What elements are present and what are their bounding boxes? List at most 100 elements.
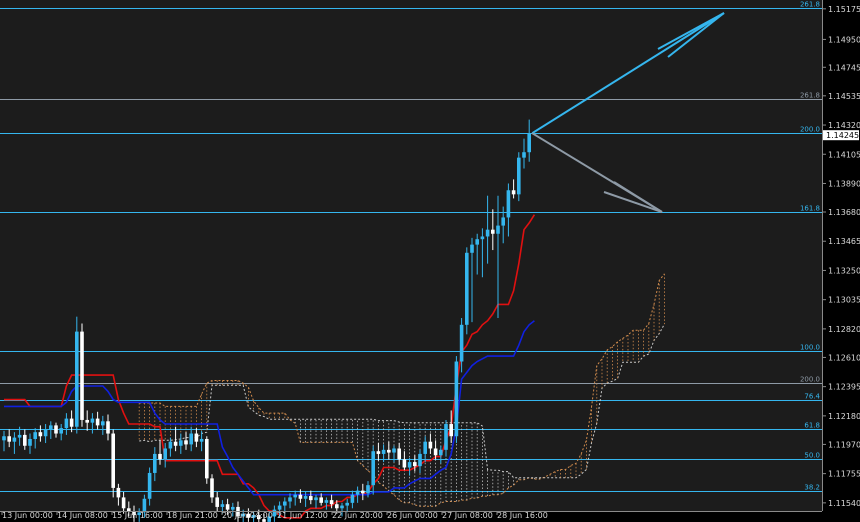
candle-body[interactable] xyxy=(428,441,433,449)
candle-body[interactable] xyxy=(80,331,84,420)
candle-body[interactable] xyxy=(485,229,490,237)
candle-body[interactable] xyxy=(184,440,188,445)
candle-body[interactable] xyxy=(116,487,121,498)
candle-body[interactable] xyxy=(381,449,386,454)
candle-body[interactable] xyxy=(433,448,438,456)
candle-body[interactable] xyxy=(319,497,323,503)
candle-body[interactable] xyxy=(376,451,381,454)
candle-body[interactable] xyxy=(501,217,505,226)
candle-body[interactable] xyxy=(64,418,69,429)
candle-body[interactable] xyxy=(475,239,479,245)
price-chart[interactable]: 261.8 261.8 200.0 161.8 100.0 200.0 76.4 61.8 50… xyxy=(0,0,860,522)
candle-body[interactable] xyxy=(309,496,313,501)
candle-body[interactable] xyxy=(465,252,469,325)
candle-body[interactable] xyxy=(199,438,204,442)
candle-body[interactable] xyxy=(329,500,334,505)
candle-body[interactable] xyxy=(361,490,365,494)
candle-body[interactable] xyxy=(272,509,277,517)
candle-body[interactable] xyxy=(23,434,27,446)
candle-body[interactable] xyxy=(38,432,43,437)
candle-body[interactable] xyxy=(444,424,448,450)
price-tick-label: 1.13250 xyxy=(828,266,860,275)
candle-body[interactable] xyxy=(179,440,183,446)
candle-body[interactable] xyxy=(470,244,474,253)
price-tick-label: 1.15175 xyxy=(828,5,860,14)
candle-body[interactable] xyxy=(449,424,453,437)
candle-body[interactable] xyxy=(12,437,17,442)
candle-body[interactable] xyxy=(28,438,32,446)
candle-body[interactable] xyxy=(225,504,230,510)
price-tick-label: 1.13890 xyxy=(828,179,860,188)
candle-body[interactable] xyxy=(392,448,396,453)
candle-body[interactable] xyxy=(43,429,48,437)
candle-body[interactable] xyxy=(366,485,370,494)
candle-body[interactable] xyxy=(147,472,152,499)
candle-body[interactable] xyxy=(324,500,329,503)
candle-body[interactable] xyxy=(288,497,292,502)
candle-body[interactable] xyxy=(423,441,427,454)
candle-body[interactable] xyxy=(7,436,11,442)
candle-body[interactable] xyxy=(511,190,516,195)
candle-body[interactable] xyxy=(277,505,282,510)
candle-body[interactable] xyxy=(194,433,199,442)
candle-body[interactable] xyxy=(220,504,225,507)
candle-body[interactable] xyxy=(69,418,74,427)
candle-body[interactable] xyxy=(121,497,126,509)
candle-body[interactable] xyxy=(355,490,360,495)
candle-body[interactable] xyxy=(387,449,391,453)
candle-body[interactable] xyxy=(340,505,344,509)
candle-body[interactable] xyxy=(101,421,105,426)
candle-body[interactable] xyxy=(345,502,349,506)
candle-body[interactable] xyxy=(303,496,308,499)
candle-body[interactable] xyxy=(517,157,521,195)
candle-body[interactable] xyxy=(439,449,443,456)
candle-body[interactable] xyxy=(298,494,303,499)
candle-body[interactable] xyxy=(506,190,511,218)
candle-body[interactable] xyxy=(402,459,407,468)
candle-body[interactable] xyxy=(454,361,459,437)
candle-body[interactable] xyxy=(418,453,422,467)
candle-body[interactable] xyxy=(111,433,115,488)
candle-body[interactable] xyxy=(314,497,318,501)
candle-body[interactable] xyxy=(480,236,485,240)
candle-body[interactable] xyxy=(54,425,58,434)
candle-body[interactable] xyxy=(371,451,375,486)
time-tick-label: 26 Jun 00:00 xyxy=(387,511,438,520)
candle-body[interactable] xyxy=(522,152,526,158)
plot-area[interactable] xyxy=(0,0,822,511)
candle-body[interactable] xyxy=(407,462,412,468)
candle-body[interactable] xyxy=(527,133,531,153)
candle-body[interactable] xyxy=(168,441,173,449)
candle-body[interactable] xyxy=(49,425,53,430)
candle-body[interactable] xyxy=(33,432,37,439)
candle-body[interactable] xyxy=(397,448,401,460)
candle-body[interactable] xyxy=(231,506,235,510)
price-tick-label: 1.11970 xyxy=(828,440,860,449)
candle-body[interactable] xyxy=(158,453,162,460)
candle-body[interactable] xyxy=(95,418,100,426)
price-tick-label: 1.14745 xyxy=(828,63,860,72)
candle-body[interactable] xyxy=(163,448,167,460)
candle-body[interactable] xyxy=(215,497,219,507)
time-tick-label: 22 Jun 20:00 xyxy=(332,511,383,520)
candle-body[interactable] xyxy=(205,438,209,479)
candle-body[interactable] xyxy=(106,421,110,434)
candle-body[interactable] xyxy=(491,229,495,234)
candle-body[interactable] xyxy=(75,331,79,427)
candle-body[interactable] xyxy=(293,494,297,498)
candle-body[interactable] xyxy=(59,428,63,434)
candle-body[interactable] xyxy=(189,433,193,445)
candle-body[interactable] xyxy=(173,441,178,446)
candle-body[interactable] xyxy=(85,419,89,423)
candle-body[interactable] xyxy=(496,225,500,234)
candle-body[interactable] xyxy=(350,494,355,503)
candle-body[interactable] xyxy=(413,462,417,467)
candle-body[interactable] xyxy=(459,324,464,362)
candle-body[interactable] xyxy=(2,436,6,441)
candle-body[interactable] xyxy=(335,504,339,509)
candle-body[interactable] xyxy=(210,478,214,498)
candle-body[interactable] xyxy=(153,453,157,473)
candle-body[interactable] xyxy=(283,501,287,506)
candle-body[interactable] xyxy=(90,418,95,423)
candle-body[interactable] xyxy=(17,434,22,438)
